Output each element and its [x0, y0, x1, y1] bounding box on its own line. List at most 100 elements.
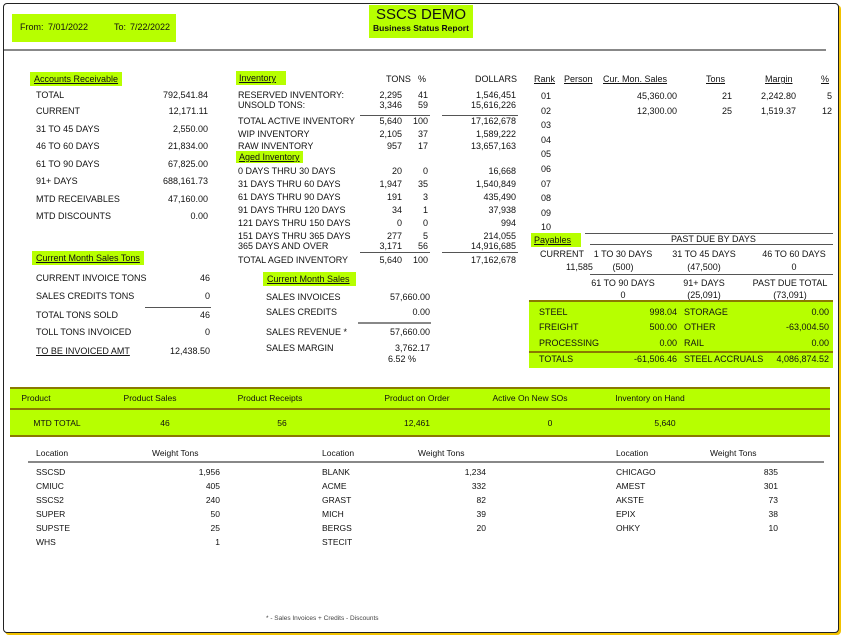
inventory-row-label: UNSOLD TONS:: [238, 100, 306, 110]
aged-row-pct: 35: [417, 179, 428, 189]
location-weight: 1,956: [198, 467, 220, 477]
product-value: 12,461: [404, 418, 430, 428]
rank-margin: 2,242.80: [760, 91, 796, 101]
col-tons-header: TONS: [386, 74, 411, 84]
sales-row-label: SALES REVENUE *: [266, 327, 348, 337]
sales-margin-pct: 6.52 %: [388, 354, 417, 364]
totals-value: -61,506.46: [633, 354, 677, 364]
storage-label: STORAGE: [684, 307, 728, 317]
aged-row-tons: 277: [386, 231, 402, 241]
aged-row-label: 365 DAYS AND OVER: [238, 241, 329, 251]
location-name: WHS: [36, 537, 56, 547]
ar-row-label: MTD RECEIVABLES: [36, 194, 120, 204]
person-header: Person: [564, 74, 593, 84]
col-pct-header: %: [418, 74, 427, 84]
rank-margin: 1,519.37: [760, 105, 796, 116]
aged-row-label: 151 DAYS THRU 365 DAYS: [238, 231, 351, 241]
aged-row-tons: 0: [396, 218, 402, 228]
product-value: 5,640: [654, 418, 676, 428]
rank-number: 05: [541, 149, 552, 160]
payables-61-90-label: 61 TO 90 DAYS: [591, 278, 655, 288]
aged-row-label: TOTAL AGED INVENTORY: [238, 255, 349, 265]
location-name: BERGS: [322, 523, 352, 533]
tons-row-label: TOLL TONS INVOICED: [36, 327, 132, 337]
payables-91-value: (25,091): [687, 290, 721, 300]
inventory-row-pct: 59: [417, 100, 428, 110]
inventory-heading: Inventory: [236, 71, 286, 85]
ar-row-label: MTD DISCOUNTS: [36, 211, 111, 221]
sales-divider: [358, 322, 431, 324]
location-col-header: Location: [36, 448, 69, 458]
steel-accruals-value: 4,086,874.52: [776, 354, 829, 364]
aged-divider-tons: [360, 252, 430, 253]
accruals-totals-line: [529, 351, 833, 353]
rank-number: 03: [541, 120, 552, 131]
aged-row-pct: 5: [422, 231, 428, 241]
location-weight: 240: [205, 495, 220, 505]
product-col-header: Product: [21, 393, 51, 403]
inventory-row-dollars: 1,589,222: [475, 129, 516, 139]
steel-accruals-label: STEEL ACCRUALS: [684, 354, 764, 364]
ar-row-label: 91+ DAYS: [36, 176, 78, 186]
location-name: GRAST: [322, 495, 352, 505]
aged-divider-dollars: [442, 252, 518, 253]
aged-row-label: 91 DAYS THRU 120 DAYS: [238, 205, 346, 215]
location-weight: 301: [763, 481, 778, 491]
aged-row-tons: 1,947: [379, 179, 402, 189]
aged-row-tons: 34: [391, 205, 402, 215]
to-date: 7/22/2022: [130, 22, 171, 32]
inventory-row-pct: 17: [417, 141, 428, 151]
product-row-label: MTD TOTAL: [33, 418, 81, 428]
aged-row-pct: 0: [422, 166, 428, 176]
ar-row-value: 2,550.00: [172, 124, 208, 134]
location-name: SSCSD: [36, 467, 66, 477]
tons-row-label: TO BE INVOICED AMT: [36, 346, 130, 356]
rank-sales: 45,360.00: [636, 91, 677, 101]
rank-number: 08: [541, 193, 552, 204]
payables-61-90-value: 0: [620, 290, 626, 300]
freight-value: 500.00: [649, 322, 677, 332]
inventory-row-dollars: 15,616,226: [470, 100, 516, 110]
product-col-header: Active On New SOs: [492, 393, 568, 403]
payables-current-label: CURRENT: [540, 249, 584, 259]
rail-value: 0.00: [811, 338, 829, 348]
storage-value: 0.00: [811, 307, 829, 317]
location-weight: 82: [476, 495, 486, 505]
from-label: From:: [20, 22, 44, 32]
other-label: OTHER: [684, 322, 716, 332]
payables-total-value: (73,091): [773, 290, 807, 300]
accounts-receivable-heading: Accounts Receivable: [30, 72, 123, 86]
payables-31-45-label: 31 TO 45 DAYS: [672, 249, 736, 259]
ar-row-value: 12,171.11: [168, 106, 208, 116]
location-name: MICH: [322, 509, 344, 519]
sales-row-value: 0.00: [412, 307, 430, 317]
product-col-header: Product Receipts: [237, 393, 303, 403]
margin-header: Margin: [765, 74, 793, 84]
aged-row-pct: 0: [422, 218, 428, 228]
payables-46-60-label: 46 TO 60 DAYS: [762, 249, 826, 259]
rank-number: 09: [541, 207, 552, 218]
aged-row-pct: 100: [412, 255, 428, 265]
processing-label: PROCESSING: [539, 338, 600, 348]
tons-row-label: TOTAL TONS SOLD: [36, 310, 119, 320]
payables-46-60-value: 0: [791, 262, 797, 272]
past-due-row-divider: [590, 274, 833, 275]
rank-pct: 12: [821, 105, 832, 116]
location-weight: [426, 535, 486, 549]
tons-row-value: 46: [199, 273, 210, 283]
location-weight: 332: [471, 481, 486, 491]
location-weight: 38: [768, 509, 778, 519]
pct-header: %: [821, 74, 830, 84]
location-name: CHICAGO: [616, 467, 656, 477]
aged-row-label: 121 DAYS THRU 150 DAYS: [238, 218, 351, 228]
current-month-sales-tons-heading: Current Month Sales Tons: [32, 251, 144, 265]
aged-row-pct: 1: [422, 205, 428, 215]
aged-row-tons: 191: [386, 192, 402, 202]
product-band-top-line: [10, 387, 830, 389]
location-weight: 835: [763, 467, 778, 477]
inventory-row-tons: 2,105: [379, 129, 402, 139]
other-value: -63,004.50: [785, 322, 829, 332]
ar-row-value: 21,834.00: [167, 141, 208, 151]
product-band-bottom-line: [10, 435, 830, 437]
header-divider: [4, 49, 826, 51]
